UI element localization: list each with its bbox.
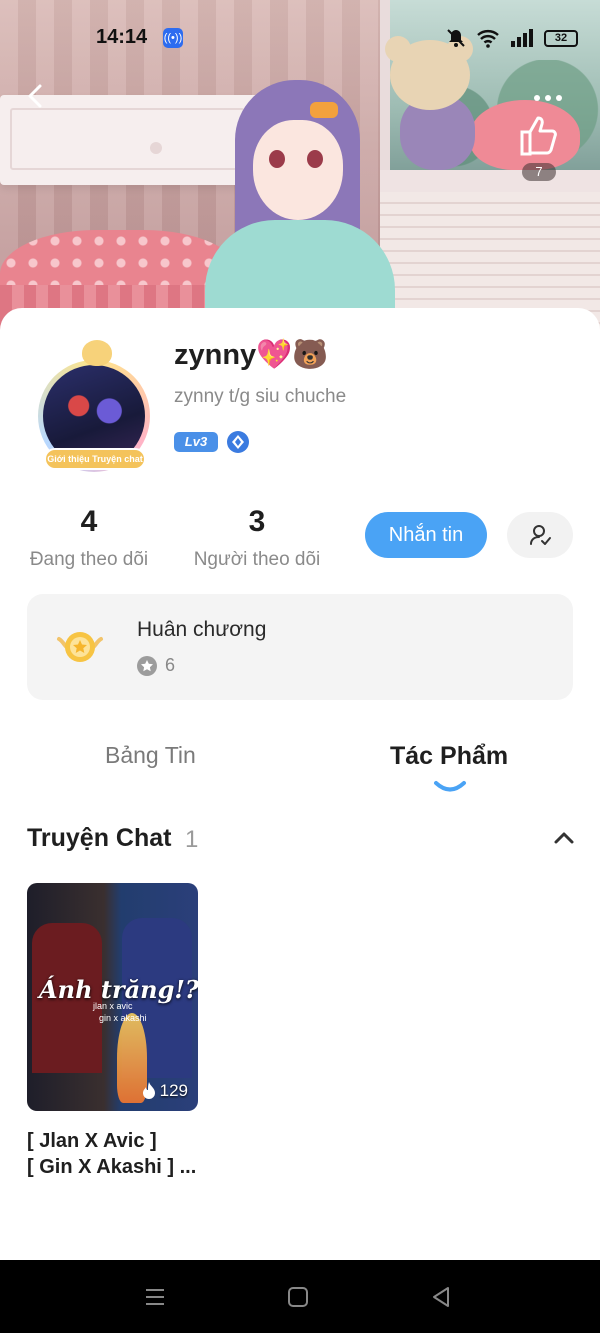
- signal-icon: [511, 29, 533, 47]
- active-tab-indicator: [434, 781, 466, 792]
- medals-count-row: 6: [137, 655, 175, 676]
- medals-panel[interactable]: [27, 594, 573, 700]
- profile-name: zynny💖🐻: [174, 339, 329, 371]
- more-dots-icon[interactable]: [534, 84, 574, 112]
- following-stat[interactable]: 4 Đang theo dõi: [26, 505, 152, 571]
- medals-count: 6: [165, 655, 176, 675]
- battery-level: 32: [554, 32, 568, 44]
- medal-icon: [57, 632, 103, 662]
- back-arrow-icon[interactable]: [20, 80, 52, 112]
- thumbs-up-icon[interactable]: [514, 110, 564, 160]
- star-icon: [137, 655, 157, 676]
- profile-bio: zynny t/g siu chuche: [174, 386, 347, 407]
- level-badge[interactable]: Lv3: [174, 432, 218, 452]
- bell-off-icon: [447, 29, 465, 47]
- teddy-bear: [385, 36, 480, 170]
- diamond-badge-icon[interactable]: [227, 431, 249, 453]
- cover-subtitle-2: gin x akashi: [99, 1013, 147, 1023]
- menu-icon[interactable]: [143, 1285, 167, 1309]
- story-card[interactable]: Ánh trăng!? jlan x avic gin x akashi 129: [27, 883, 198, 1111]
- tab-feed[interactable]: Bảng Tin: [105, 742, 196, 769]
- like-count: 7: [522, 163, 556, 181]
- following-count: 4: [80, 505, 98, 538]
- followers-stat[interactable]: 3 Người theo dõi: [190, 505, 324, 571]
- story-views: 129: [142, 1081, 188, 1101]
- following-label: Đang theo dõi: [29, 549, 149, 570]
- story-title[interactable]: [ Jlan X Avic ] [ Gin X Akashi ] ...: [27, 1128, 217, 1180]
- bear-decoration-icon: [82, 340, 112, 366]
- story-views-count: 129: [159, 1081, 188, 1100]
- battery-icon: 32: [544, 29, 578, 47]
- section-title: Truyện Chat: [27, 824, 172, 852]
- wifi-icon: [477, 30, 499, 48]
- tab-works[interactable]: Tác Phẩm: [390, 742, 508, 771]
- avatar[interactable]: Giới thiệu Truyện chat: [30, 338, 165, 473]
- drawer-knob: [150, 142, 162, 154]
- status-time: 14:14: [96, 26, 148, 48]
- avatar-character: [205, 80, 395, 340]
- medals-title: Huân chương: [137, 618, 267, 641]
- story-title-line1: [ Jlan X Avic ]: [27, 1130, 157, 1152]
- back-triangle-icon[interactable]: [429, 1285, 453, 1309]
- window-sill: [380, 170, 600, 192]
- followers-count: 3: [248, 505, 266, 538]
- cover-title: Ánh trăng!?: [39, 975, 198, 1004]
- broadcast-icon: ((•)): [163, 28, 183, 48]
- story-title-line2: [ Gin X Akashi ] ...: [27, 1156, 197, 1178]
- avatar-banner: Giới thiệu Truyện chat: [44, 448, 146, 470]
- fire-icon: [142, 1082, 155, 1099]
- user-check-icon: [530, 525, 551, 545]
- home-icon[interactable]: [286, 1285, 310, 1309]
- chevron-up-icon[interactable]: [552, 828, 576, 848]
- cover-subtitle: jlan x avic: [93, 1001, 133, 1011]
- followers-label: Người theo dõi: [193, 549, 321, 570]
- section-count: 1: [185, 826, 199, 853]
- message-button[interactable]: Nhắn tin: [365, 512, 487, 558]
- follow-button[interactable]: [507, 512, 573, 558]
- status-bar: 14:14 ((•)) 32: [0, 24, 600, 54]
